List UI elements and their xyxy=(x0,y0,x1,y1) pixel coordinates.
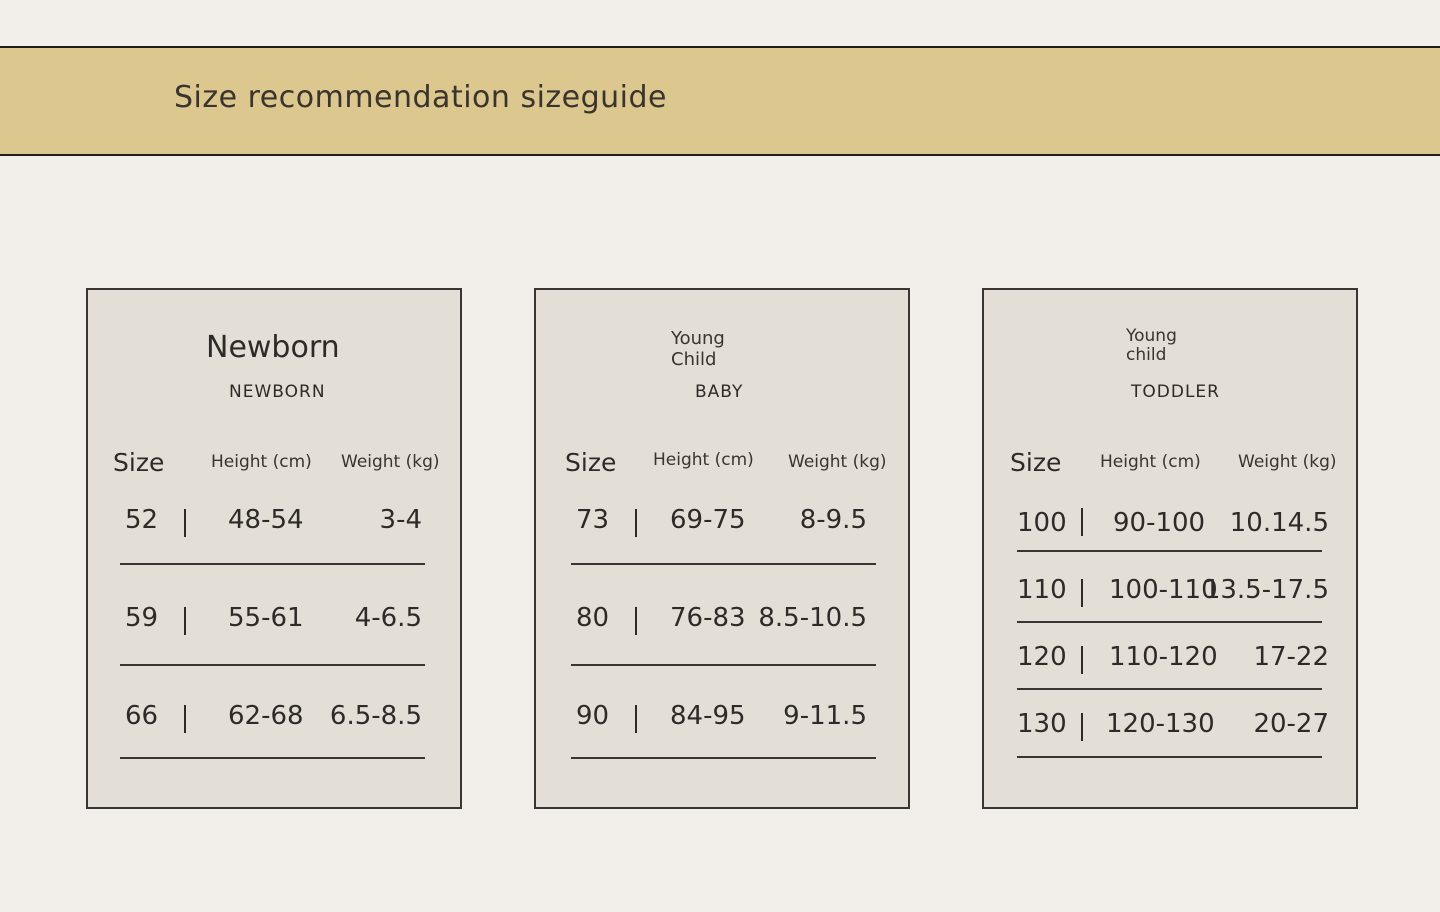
card-subtitle: NEWBORN xyxy=(229,382,326,402)
height-value: 76-83 xyxy=(670,603,746,633)
table-row: 90 84-95 9-11.5 xyxy=(536,701,908,741)
row-divider xyxy=(571,563,876,565)
weight-value: 6.5-8.5 xyxy=(329,701,422,731)
weight-value: 8-9.5 xyxy=(799,505,867,535)
column-divider xyxy=(635,705,637,733)
weight-value: 4-6.5 xyxy=(354,603,422,633)
table-row: 52 48-54 3-4 xyxy=(88,505,460,545)
height-value: 55-61 xyxy=(228,603,304,633)
column-divider xyxy=(1081,646,1083,674)
height-value: 69-75 xyxy=(670,505,746,535)
column-divider xyxy=(1081,713,1083,741)
size-value: 80 xyxy=(576,603,610,633)
column-divider xyxy=(184,509,186,537)
card-subtitle: BABY xyxy=(695,382,744,402)
column-header-weight: Weight (kg) xyxy=(341,452,440,472)
weight-value: 20-27 xyxy=(1253,709,1329,739)
size-card-baby: Young Child BABY Size Height (cm) Weight… xyxy=(534,288,910,809)
size-value: 90 xyxy=(576,701,610,731)
table-row: 80 76-83 8.5-10.5 xyxy=(536,603,908,643)
card-title: Young Child xyxy=(671,328,725,370)
column-header-height: Height (cm) xyxy=(211,452,312,472)
weight-value: 3-4 xyxy=(379,505,422,535)
height-value: 62-68 xyxy=(228,701,304,731)
row-divider xyxy=(120,757,425,759)
row-divider xyxy=(1017,756,1322,758)
table-row: 110 100-110 13.5-17.5 xyxy=(984,575,1356,615)
header-banner: Size recommendation sizeguide xyxy=(0,46,1440,156)
row-divider xyxy=(120,664,425,666)
card-title: Young child xyxy=(1126,326,1177,365)
card-title: Newborn xyxy=(206,330,340,365)
row-divider xyxy=(1017,550,1322,552)
size-value: 73 xyxy=(576,505,610,535)
card-subtitle: TODDLER xyxy=(1131,382,1220,402)
table-row: 59 55-61 4-6.5 xyxy=(88,603,460,643)
size-value: 66 xyxy=(125,701,159,731)
row-divider xyxy=(571,664,876,666)
height-value: 84-95 xyxy=(670,701,746,731)
table-row: 73 69-75 8-9.5 xyxy=(536,505,908,545)
size-value: 110 xyxy=(1017,575,1067,605)
column-header-weight: Weight (kg) xyxy=(1238,452,1337,472)
column-divider xyxy=(1081,508,1083,536)
weight-value: 13.5-17.5 xyxy=(1203,575,1329,605)
size-value: 52 xyxy=(125,505,159,535)
column-header-height: Height (cm) xyxy=(1100,452,1201,472)
column-header-size: Size xyxy=(1010,448,1062,477)
table-row: 120 110-120 17-22 xyxy=(984,642,1356,682)
page-title: Size recommendation sizeguide xyxy=(174,80,668,115)
row-divider xyxy=(1017,621,1322,623)
size-value: 130 xyxy=(1017,709,1067,739)
column-divider xyxy=(1081,579,1083,607)
column-divider xyxy=(635,509,637,537)
weight-value: 17-22 xyxy=(1253,642,1329,672)
weight-value: 9-11.5 xyxy=(783,701,867,731)
column-header-size: Size xyxy=(113,448,165,477)
column-divider xyxy=(635,607,637,635)
row-divider xyxy=(571,757,876,759)
row-divider xyxy=(1017,688,1322,690)
height-value: 48-54 xyxy=(228,505,304,535)
size-card-newborn: Newborn NEWBORN Size Height (cm) Weight … xyxy=(86,288,462,809)
weight-value: 10.14.5 xyxy=(1229,508,1329,538)
table-row: 130 120-130 20-27 xyxy=(984,709,1356,749)
table-row: 66 62-68 6.5-8.5 xyxy=(88,701,460,741)
column-header-size: Size xyxy=(565,448,617,477)
row-divider xyxy=(120,563,425,565)
column-divider xyxy=(184,607,186,635)
size-card-toddler: Young child TODDLER Size Height (cm) Wei… xyxy=(982,288,1358,809)
height-value: 90-100 xyxy=(1113,508,1206,538)
column-header-height: Height (cm) xyxy=(653,450,754,470)
column-divider xyxy=(184,705,186,733)
size-value: 59 xyxy=(125,603,159,633)
weight-value: 8.5-10.5 xyxy=(758,603,867,633)
table-row: 100 90-100 10.14.5 xyxy=(984,508,1356,548)
column-header-weight: Weight (kg) xyxy=(788,452,887,472)
size-value: 100 xyxy=(1017,508,1067,538)
size-value: 120 xyxy=(1017,642,1067,672)
